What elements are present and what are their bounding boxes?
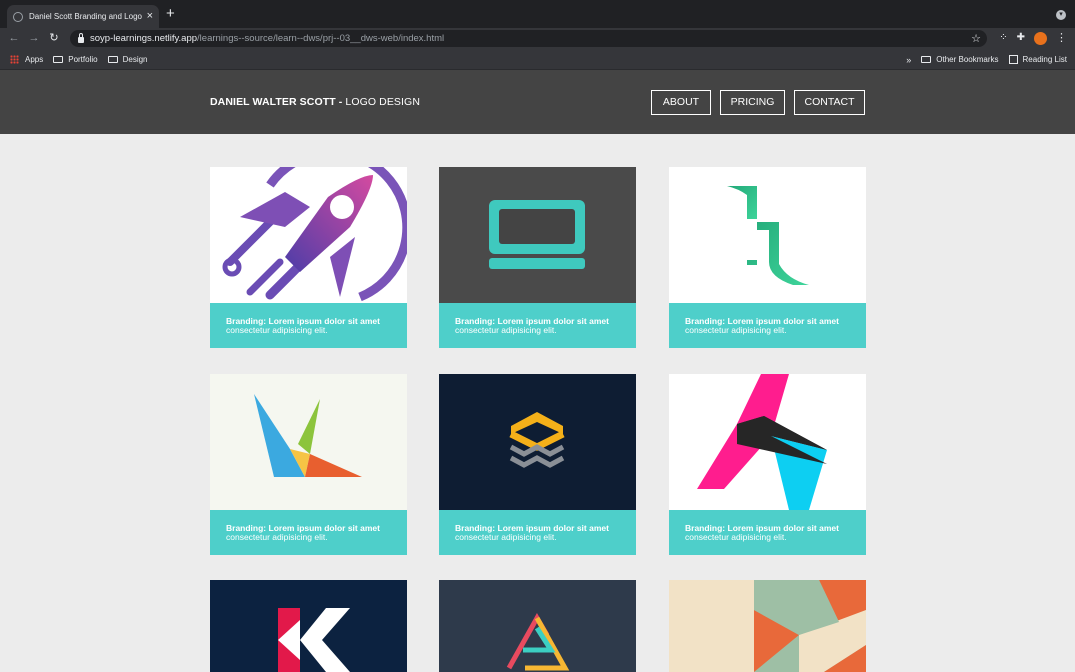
toolbar-icons: ⁘ ✚ ⋮ bbox=[999, 31, 1067, 45]
browser-tab-bar: Daniel Scott Branding and Logo × + ▾ bbox=[0, 0, 1075, 28]
bookmark-label: Design bbox=[122, 54, 148, 64]
folder-icon bbox=[53, 55, 64, 63]
back-arrow-icon[interactable]: ← bbox=[4, 33, 24, 44]
extension-grid-icon[interactable]: ⁘ bbox=[999, 31, 1007, 45]
reading-list-icon bbox=[1008, 55, 1018, 64]
portfolio-card[interactable] bbox=[439, 580, 636, 672]
bookmark-design[interactable]: Design bbox=[107, 54, 148, 64]
bookmark-label: Apps bbox=[25, 54, 44, 64]
bookmarks-right: » Other Bookmarks Reading List bbox=[906, 49, 1067, 70]
card-text: consectetur adipisicing elit. bbox=[226, 531, 328, 542]
close-icon[interactable]: × bbox=[147, 11, 153, 22]
portfolio-card[interactable]: Branding: Lorem ipsum dolor sit amet con… bbox=[669, 374, 866, 555]
card-caption: Branding: Lorem ipsum dolor sit amet con… bbox=[210, 510, 407, 555]
laptop-logo bbox=[439, 167, 636, 303]
red-k-logo bbox=[210, 580, 407, 672]
bookmarks-overflow-icon[interactable]: » bbox=[906, 55, 911, 65]
nav-pricing-link[interactable]: PRICING bbox=[720, 90, 785, 115]
card-text: consectetur adipisicing elit. bbox=[685, 324, 787, 335]
other-bookmarks-label: Other Bookmarks bbox=[936, 55, 999, 64]
main-nav: ABOUT PRICING CONTACT bbox=[651, 90, 874, 115]
bookmark-portfolio[interactable]: Portfolio bbox=[53, 54, 98, 64]
apps-grid-icon bbox=[10, 54, 19, 64]
bookmarks-bar: Apps Portfolio Design » Other Bookmarks … bbox=[0, 49, 1075, 70]
puzzle-icon[interactable]: ✚ bbox=[1017, 31, 1025, 45]
new-tab-icon[interactable]: + bbox=[166, 6, 175, 21]
card-text: consectetur adipisicing elit. bbox=[226, 324, 328, 335]
forward-arrow-icon[interactable]: → bbox=[24, 33, 44, 44]
other-bookmarks[interactable]: Other Bookmarks bbox=[921, 55, 999, 64]
nav-about-link[interactable]: ABOUT bbox=[651, 90, 711, 115]
card-caption: Branding: Lorem ipsum dolor sit amet con… bbox=[439, 303, 636, 348]
portfolio-card[interactable] bbox=[210, 580, 407, 672]
browser-tab[interactable]: Daniel Scott Branding and Logo × bbox=[7, 5, 159, 28]
portfolio-card[interactable] bbox=[669, 580, 866, 672]
card-caption: Branding: Lorem ipsum dolor sit amet con… bbox=[210, 303, 407, 348]
reload-icon[interactable]: ↻ bbox=[44, 33, 64, 44]
menu-dots-icon[interactable]: ⋮ bbox=[1056, 31, 1067, 45]
bookmark-star-icon[interactable]: ☆ bbox=[971, 32, 981, 45]
card-caption: Branding: Lorem ipsum dolor sit amet con… bbox=[669, 303, 866, 348]
folder-icon bbox=[107, 55, 118, 63]
brand-name: DANIEL WALTER SCOTT - bbox=[210, 96, 343, 108]
address-bar[interactable]: soyp-learnings.netlify.app/learnings--so… bbox=[70, 30, 987, 47]
card-caption: Branding: Lorem ipsum dolor sit amet con… bbox=[669, 510, 866, 555]
profile-avatar-icon[interactable] bbox=[1034, 31, 1047, 45]
site-header: DANIEL WALTER SCOTT - LOGO DESIGN ABOUT … bbox=[0, 70, 1075, 134]
card-text: consectetur adipisicing elit. bbox=[455, 531, 557, 542]
rocket-logo bbox=[210, 167, 407, 303]
bookmark-label: Portfolio bbox=[68, 54, 98, 64]
globe-icon bbox=[13, 11, 23, 22]
folder-icon bbox=[921, 56, 932, 63]
pink-cyan-a-logo bbox=[669, 374, 866, 510]
url-text: soyp-learnings.netlify.app/learnings--so… bbox=[90, 33, 444, 44]
site-brand[interactable]: DANIEL WALTER SCOTT - LOGO DESIGN bbox=[210, 96, 420, 108]
browser-toolbar: ← → ↻ soyp-learnings.netlify.app/learnin… bbox=[0, 28, 1075, 49]
triangle-a-logo bbox=[439, 580, 636, 672]
chevron-stack-logo bbox=[439, 374, 636, 510]
portfolio-card[interactable]: Branding: Lorem ipsum dolor sit amet con… bbox=[210, 374, 407, 555]
card-text: consectetur adipisicing elit. bbox=[455, 324, 557, 335]
nav-contact-link[interactable]: CONTACT bbox=[794, 90, 865, 115]
portfolio-card[interactable]: Branding: Lorem ipsum dolor sit amet con… bbox=[210, 167, 407, 348]
lock-icon bbox=[78, 32, 84, 43]
window-control-icon[interactable]: ▾ bbox=[1056, 10, 1066, 20]
bookmark-apps[interactable]: Apps bbox=[10, 54, 44, 64]
bird-v-logo bbox=[210, 374, 407, 510]
card-text: consectetur adipisicing elit. bbox=[685, 531, 787, 542]
url-path: /learnings--source/learn--dws/prj--03__d… bbox=[197, 33, 445, 44]
reading-list[interactable]: Reading List bbox=[1008, 55, 1067, 64]
portfolio-card[interactable]: Branding: Lorem ipsum dolor sit amet con… bbox=[439, 374, 636, 555]
url-host: soyp-learnings.netlify.app bbox=[90, 33, 198, 44]
portfolio-card[interactable]: Branding: Lorem ipsum dolor sit amet con… bbox=[439, 167, 636, 348]
geometric-arrow-logo bbox=[669, 580, 866, 672]
brand-tagline: LOGO DESIGN bbox=[342, 96, 421, 108]
card-caption: Branding: Lorem ipsum dolor sit amet con… bbox=[439, 510, 636, 555]
reading-list-label: Reading List bbox=[1022, 55, 1067, 64]
tab-title: Daniel Scott Branding and Logo bbox=[29, 12, 142, 21]
green-b-logo bbox=[669, 167, 866, 303]
portfolio-card[interactable]: Branding: Lorem ipsum dolor sit amet con… bbox=[669, 167, 866, 348]
